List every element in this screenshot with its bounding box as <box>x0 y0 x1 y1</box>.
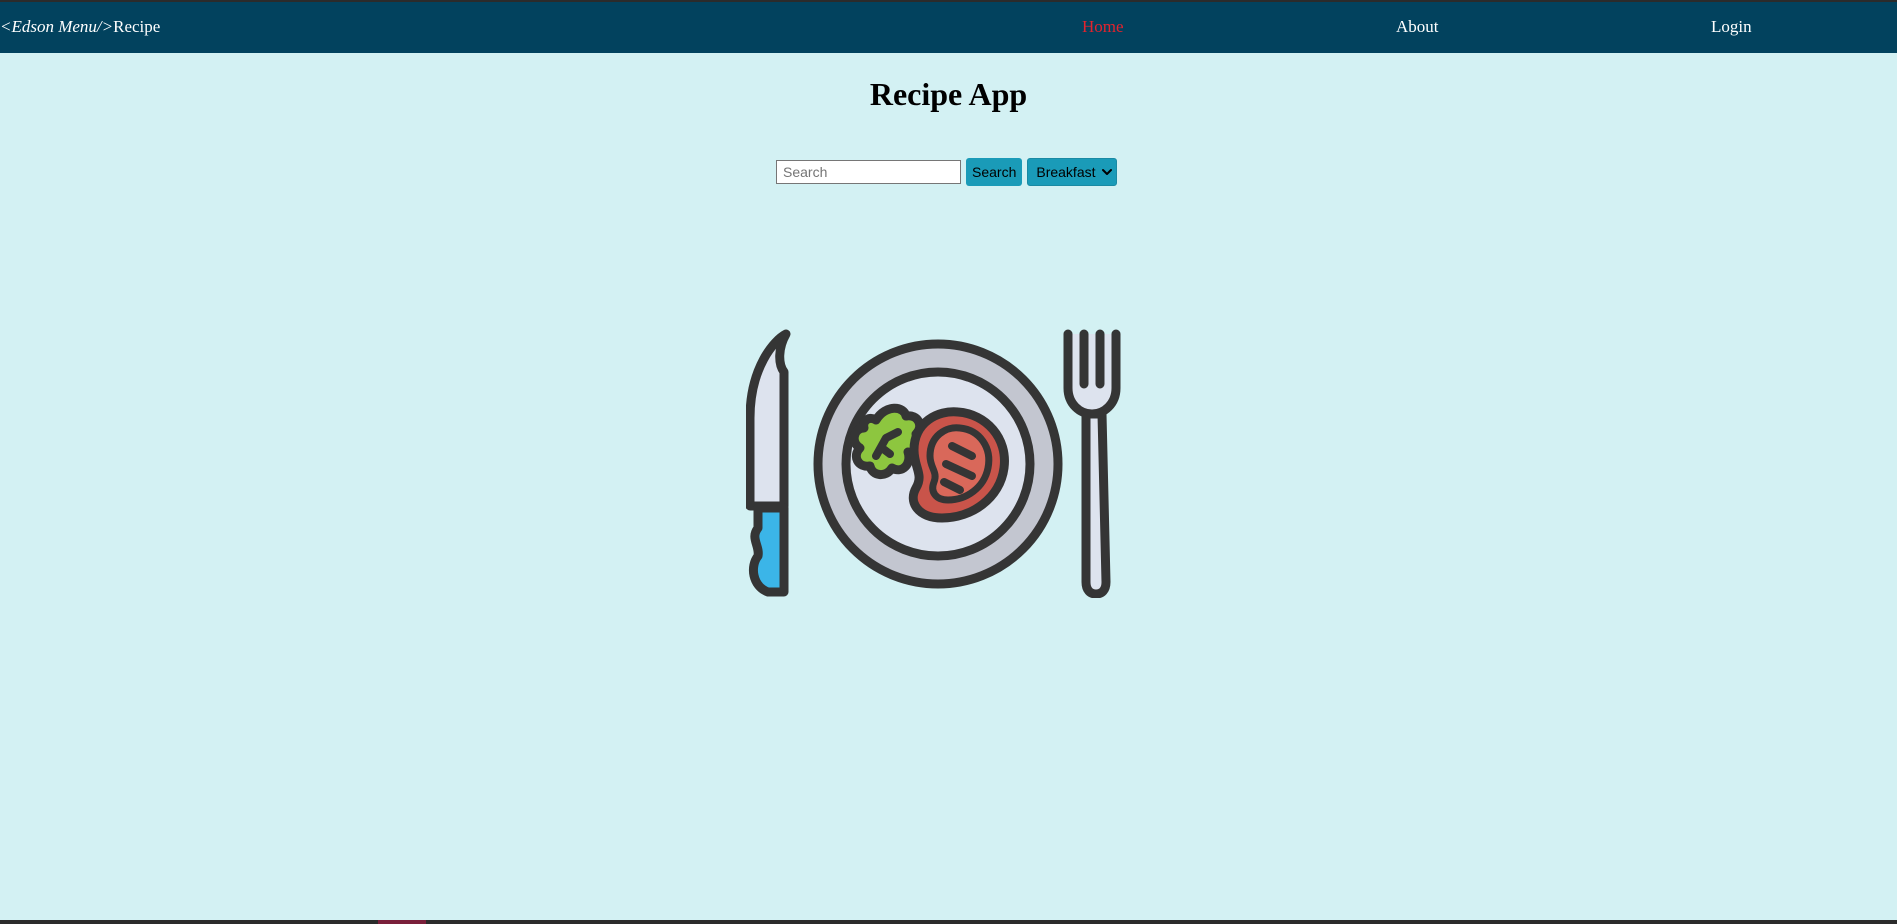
taskbar-accent <box>378 920 426 924</box>
plate-icon <box>813 339 1063 589</box>
page-title: Recipe App <box>869 76 1028 112</box>
navbar: <Edson Menu/>Recipe Home About Login <box>0 2 1897 53</box>
knife-icon <box>746 329 791 597</box>
fork-icon <box>1063 329 1121 598</box>
nav-link-about[interactable]: About <box>1396 17 1439 37</box>
category-select[interactable]: Breakfast <box>1027 158 1117 186</box>
brand-logo[interactable]: <Edson Menu/>Recipe <box>0 17 160 37</box>
brand-text: Recipe <box>113 17 161 36</box>
nav-link-home[interactable]: Home <box>1082 17 1124 37</box>
plate-with-knife-and-fork-icon <box>746 329 1121 598</box>
category-select-value: Breakfast <box>1036 164 1096 180</box>
taskbar-edge <box>0 920 1897 924</box>
search-bar: Search Breakfast <box>776 158 1117 186</box>
brand-italic: <Edson Menu/> <box>0 17 114 36</box>
chevron-down-icon <box>1101 169 1112 175</box>
search-button[interactable]: Search <box>966 158 1023 186</box>
search-input[interactable] <box>776 160 961 184</box>
nav-link-login[interactable]: Login <box>1711 17 1752 37</box>
